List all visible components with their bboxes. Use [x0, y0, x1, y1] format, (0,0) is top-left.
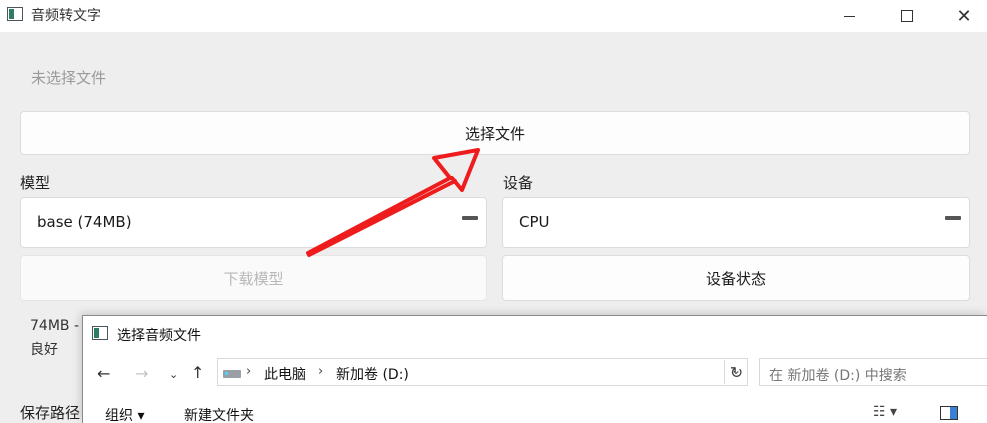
view-options-icon[interactable]: ☷ ▾ — [873, 404, 897, 420]
back-arrow-icon[interactable]: ← — [97, 364, 110, 383]
up-arrow-icon[interactable]: ↑ — [191, 363, 204, 382]
select-file-button[interactable]: 选择文件 — [20, 111, 970, 155]
dialog-app-icon — [92, 326, 108, 340]
dropdown-handle-icon — [462, 216, 478, 220]
address-bar[interactable]: › 此电脑 › 新加卷 (D:) ⌄ — [217, 358, 748, 386]
save-path-label: 保存路径 — [20, 404, 81, 422]
device-select[interactable]: CPU — [502, 197, 970, 248]
model-quality-text: 良好 — [30, 342, 58, 358]
model-label: 模型 — [20, 174, 51, 192]
device-select-value: CPU — [519, 213, 550, 231]
device-label: 设备 — [503, 174, 534, 192]
model-select[interactable]: base (74MB) — [20, 197, 487, 248]
new-folder-button[interactable]: 新建文件夹 — [184, 405, 254, 423]
dropdown-handle-icon — [945, 216, 961, 220]
no-file-selected-label: 未选择文件 — [31, 69, 107, 87]
breadcrumb-drive-d[interactable]: 新加卷 (D:) — [336, 364, 409, 384]
title-bar: 音频转文字 ✕ — [0, 0, 987, 32]
download-model-button[interactable]: 下载模型 — [20, 255, 487, 301]
breadcrumb-separator-icon: › — [246, 364, 252, 379]
minimize-button[interactable] — [826, 0, 872, 32]
search-input[interactable]: 在 新加卷 (D:) 中搜索 — [759, 358, 987, 386]
breadcrumb-separator-icon: › — [318, 364, 324, 379]
breadcrumb-this-pc[interactable]: 此电脑 — [264, 364, 306, 384]
app-icon — [7, 7, 23, 21]
window-title: 音频转文字 — [31, 8, 101, 24]
recent-locations-icon[interactable]: ⌄ — [169, 368, 178, 381]
model-info-text: 74MB - — [30, 318, 79, 334]
close-button[interactable]: ✕ — [941, 0, 987, 32]
device-status-button[interactable]: 设备状态 — [502, 255, 970, 301]
refresh-icon[interactable]: ↻ — [724, 360, 748, 384]
maximize-button[interactable] — [884, 0, 930, 32]
open-file-dialog: 选择音频文件 ← → ⌄ ↑ › 此电脑 › 新加卷 (D:) ⌄ ↻ 在 新加… — [82, 315, 987, 423]
search-placeholder: 在 新加卷 (D:) 中搜索 — [769, 368, 907, 384]
drive-icon — [223, 370, 241, 378]
organize-menu[interactable]: 组织 ▾ — [105, 405, 144, 423]
forward-arrow-icon[interactable]: → — [135, 364, 148, 383]
preview-pane-icon[interactable] — [940, 406, 958, 420]
model-select-value: base (74MB) — [37, 213, 132, 231]
dialog-title: 选择音频文件 — [117, 328, 201, 344]
